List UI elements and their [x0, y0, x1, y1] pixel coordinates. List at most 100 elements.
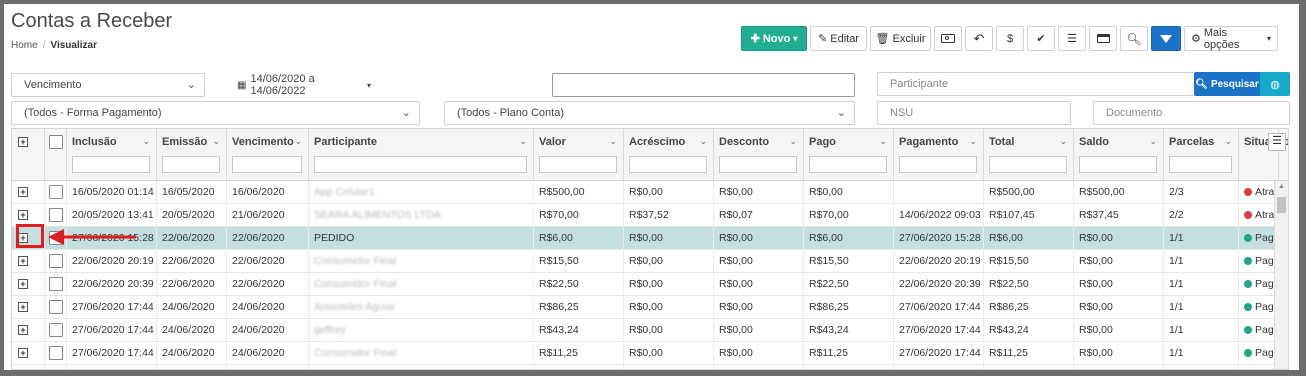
cell-pago: R$11,25 [804, 342, 894, 364]
column-filter-input[interactable] [989, 156, 1067, 173]
header-expand-all[interactable]: + [12, 129, 45, 181]
chevron-down-icon[interactable]: ⌄ [519, 136, 527, 147]
undo-button[interactable]: ↶ [965, 26, 993, 51]
column-header-pago[interactable]: Pago ⌄ [804, 129, 894, 181]
column-header-valor[interactable]: Valor ⌄ [534, 129, 624, 181]
cell-desconto: R$0,07 [714, 204, 804, 226]
excluir-button[interactable]: 🗑 Excluir [870, 26, 931, 51]
row-checkbox[interactable] [49, 277, 63, 291]
cell-total: R$107,45 [984, 204, 1074, 226]
select-all-checkbox[interactable] [49, 135, 63, 149]
search-input[interactable] [552, 73, 855, 97]
date-field-select[interactable]: Vencimento ⌄ [11, 73, 205, 97]
dollar-button[interactable]: $ [996, 26, 1024, 51]
expand-row-icon[interactable]: + [18, 279, 28, 289]
chevron-down-icon[interactable]: ⌄ [1224, 136, 1232, 147]
chevron-down-icon[interactable]: ⌄ [1149, 136, 1157, 147]
participante-input[interactable]: Participante [877, 72, 1195, 96]
row-checkbox[interactable] [49, 346, 63, 360]
expand-row-icon[interactable]: + [18, 348, 28, 358]
table-row[interactable]: +27/06/2020 17:44 24/06/2020 24/06/2020 Ari… [12, 296, 1279, 319]
chevron-down-icon[interactable]: ⌄ [212, 136, 220, 147]
row-checkbox[interactable] [49, 300, 63, 314]
filter-button[interactable] [1151, 26, 1181, 51]
chevron-down-icon[interactable]: ⌄ [789, 136, 797, 147]
card-button[interactable] [1089, 26, 1117, 51]
list-button[interactable]: ☰ [1058, 26, 1086, 51]
plano-conta-select[interactable]: (Todos - Plano Conta) ⌄ [444, 101, 855, 125]
cell-participante: Consumidor Final [309, 365, 534, 369]
search-button[interactable]: 🔍︎ [1120, 26, 1148, 51]
expand-row-icon[interactable]: + [18, 325, 28, 335]
row-checkbox[interactable] [49, 185, 63, 199]
column-filter-input[interactable] [1079, 156, 1157, 173]
pesquisar-button[interactable]: 🔍︎ Pesquisar [1194, 72, 1260, 96]
forma-pagamento-select[interactable]: (Todos - Forma Pagamento) ⌄ [11, 101, 420, 125]
scroll-thumb[interactable] [1277, 197, 1286, 213]
column-header-total[interactable]: Total ⌄ [984, 129, 1074, 181]
cell-vencimento: 24/06/2020 [227, 365, 309, 369]
expand-row-icon[interactable]: + [18, 302, 28, 312]
column-filter-input[interactable] [719, 156, 797, 173]
chevron-down-icon[interactable]: ⌄ [609, 136, 617, 147]
table-row[interactable]: +27/06/2020 17:44 24/06/2020 24/06/2020 gef… [12, 319, 1279, 342]
table-row[interactable]: +27/06/2020 17:4424/06/202024/06/2020Con… [12, 342, 1279, 365]
column-filter-input[interactable] [899, 156, 977, 173]
cell-parcelas: 1/1 [1164, 227, 1239, 249]
cell-parcelas: 2/3 [1164, 181, 1239, 203]
money-button[interactable] [934, 26, 962, 51]
nsu-input[interactable]: NSU [877, 101, 1071, 125]
column-header-pagamento[interactable]: Pagamento ⌄ [894, 129, 984, 181]
expand-row-icon[interactable]: + [18, 187, 28, 197]
chevron-down-icon[interactable]: ⌄ [142, 136, 150, 147]
column-filter-input[interactable] [314, 156, 527, 173]
table-row[interactable]: +16/05/2020 01:14 16/05/2020 16/06/2020 App… [12, 181, 1279, 204]
table-row[interactable]: +22/06/2020 20:19 22/06/2020 22/06/2020 Con… [12, 250, 1279, 273]
chevron-down-icon[interactable]: ⌄ [969, 136, 977, 147]
row-checkbox[interactable] [49, 208, 63, 222]
column-header-vencimento[interactable]: Vencimento ⌄ [227, 129, 309, 181]
documento-input[interactable]: Documento [1093, 101, 1290, 125]
header-select-all[interactable] [45, 129, 67, 181]
column-menu-button[interactable]: ☰ [1268, 133, 1286, 151]
column-filter-input[interactable] [809, 156, 887, 173]
date-range-picker[interactable]: ▦ 14/06/2020 a 14/06/2022 ▾ [229, 73, 383, 97]
chevron-down-icon[interactable]: ⌄ [1059, 136, 1067, 147]
column-header-participante[interactable]: Participante ⌄ [309, 129, 534, 181]
table-row[interactable]: +22/06/2020 20:39 22/06/2020 22/06/2020 Con… [12, 273, 1279, 296]
money-icon [941, 34, 955, 43]
table-row[interactable]: +20/05/2020 13:41 20/05/2020 21/06/2020 SEA… [12, 204, 1279, 227]
column-filter-input[interactable] [162, 156, 220, 173]
column-header-emissao[interactable]: Emissão ⌄ [157, 129, 227, 181]
expand-row-icon[interactable]: + [18, 210, 28, 220]
mais-opcoes-button[interactable]: ⚙ Mais opções ▾ [1184, 26, 1278, 51]
table-row[interactable]: +27/06/2020 17:4424/06/202024/06/2020Con… [12, 365, 1279, 370]
chevron-down-icon[interactable]: ⌄ [699, 136, 707, 147]
column-filter-input[interactable] [629, 156, 707, 173]
column-filter-input[interactable] [1169, 156, 1232, 173]
row-checkbox[interactable] [49, 323, 63, 337]
column-filter-input[interactable] [232, 156, 302, 173]
novo-button[interactable]: ✚ Novo ▾ [741, 26, 807, 51]
check-button[interactable]: ✔ [1027, 26, 1055, 51]
breadcrumb-home[interactable]: Home [11, 40, 38, 51]
extra-search-button[interactable]: ◍ [1260, 72, 1290, 96]
chevron-down-icon[interactable]: ⌄ [294, 136, 302, 147]
chevron-down-icon[interactable]: ⌄ [879, 136, 887, 147]
expand-row-icon[interactable]: + [18, 256, 28, 266]
column-header-inclusao[interactable]: Inclusão ⌄ [67, 129, 157, 181]
column-filter-input[interactable] [72, 156, 150, 173]
column-header-acrescimo[interactable]: Acréscimo ⌄ [624, 129, 714, 181]
vertical-scrollbar[interactable]: ▲ [1274, 181, 1288, 369]
column-header-desconto[interactable]: Desconto ⌄ [714, 129, 804, 181]
table-row[interactable]: +27/06/2020 15:2822/06/202022/06/2020PED… [12, 227, 1279, 250]
column-filter-input[interactable] [539, 156, 617, 173]
cell-saldo: R$0,00 [1074, 342, 1164, 364]
row-checkbox[interactable] [49, 254, 63, 268]
editar-button[interactable]: ✎ Editar [810, 26, 867, 51]
row-checkbox[interactable] [49, 369, 63, 370]
column-header-parcelas[interactable]: Parcelas ⌄ [1164, 129, 1239, 181]
column-label: Acréscimo [629, 136, 686, 148]
search-icon: 🔍︎ [1126, 31, 1142, 46]
column-header-saldo[interactable]: Saldo ⌄ [1074, 129, 1164, 181]
